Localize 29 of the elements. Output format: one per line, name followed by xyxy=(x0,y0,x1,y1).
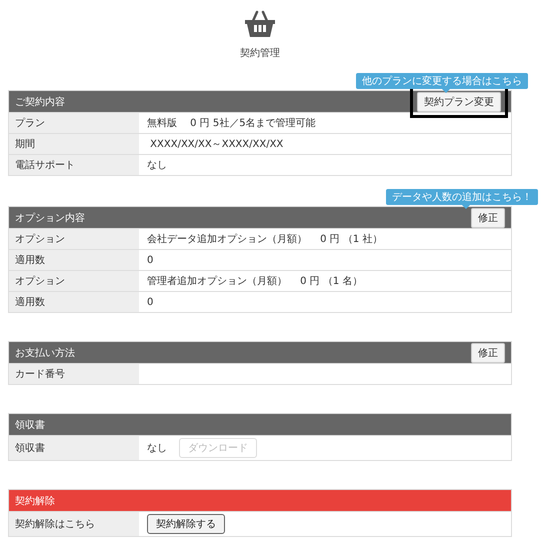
row-value: 0 xyxy=(147,254,154,266)
section-title: 契約解除 xyxy=(15,494,55,508)
row-value: なし xyxy=(147,159,167,172)
basket-icon xyxy=(244,10,276,38)
row-label: 期間 xyxy=(9,134,139,154)
header-button[interactable]: 修正 xyxy=(471,342,505,362)
row-value: XXXX/XX/XX～XXXX/XX/XX xyxy=(149,138,284,151)
section-title: 領収書 xyxy=(15,418,45,432)
section-title: ご契約内容 xyxy=(15,96,65,108)
section-title: オプション内容 xyxy=(15,212,85,224)
row-label: プラン xyxy=(9,113,139,133)
row-value: なし xyxy=(147,442,167,455)
row-label: 適用数 xyxy=(9,250,139,270)
header-button[interactable]: 修正 xyxy=(471,208,505,228)
section-title: お支払い方法 xyxy=(15,346,75,360)
row-value: 0 xyxy=(147,296,154,308)
row-label: 電話サポート xyxy=(9,155,139,175)
row-value: 無料版 0 円 5社／5名まで管理可能 xyxy=(147,116,316,130)
cancel-contract-button[interactable]: 契約解除する xyxy=(147,514,225,534)
row-value: 会社データ追加オプション（月額） 0 円 （1 社） xyxy=(147,232,382,246)
page-title: 契約管理 xyxy=(240,46,280,60)
row-label: カード番号 xyxy=(9,364,139,384)
row-label: オプション xyxy=(9,229,139,249)
row-label: オプション xyxy=(9,271,139,291)
row-value: 管理者追加オプション（月額） 0 円 （1 名） xyxy=(147,274,362,288)
header-button[interactable]: 契約プラン変更 xyxy=(417,92,501,112)
row-label: 領収書 xyxy=(9,436,139,460)
row-label: 適用数 xyxy=(9,292,139,312)
row-label: 契約解除はこちら xyxy=(9,512,139,536)
